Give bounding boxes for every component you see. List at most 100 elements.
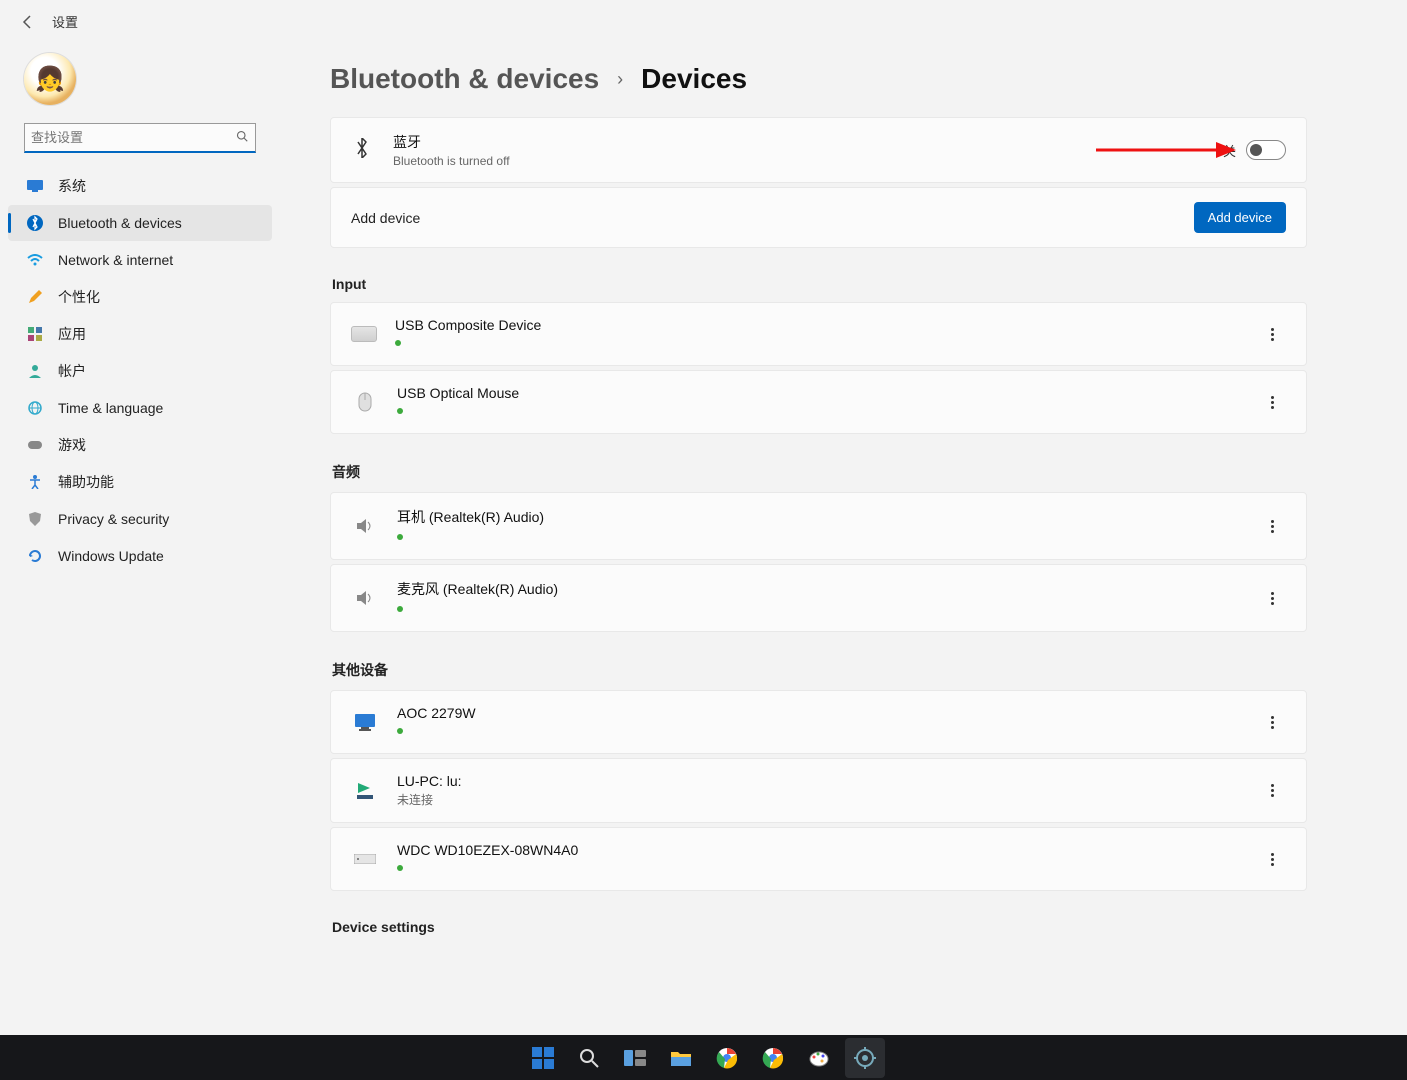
system-icon xyxy=(26,177,44,195)
device-name: WDC WD10EZEX-08WN4A0 xyxy=(397,842,578,858)
taskbar-search[interactable] xyxy=(569,1038,609,1078)
keyboard-icon xyxy=(351,326,377,342)
add-device-label: Add device xyxy=(351,210,420,226)
gamepad-icon xyxy=(26,436,44,454)
bluetooth-title: 蓝牙 xyxy=(393,132,510,152)
status-dot xyxy=(397,534,403,540)
taskbar xyxy=(0,1035,1407,1080)
taskbar-chrome-1[interactable] xyxy=(707,1038,747,1078)
nav-label: 系统 xyxy=(58,176,86,196)
nav-network[interactable]: Network & internet xyxy=(8,242,272,278)
nav-accounts[interactable]: 帐户 xyxy=(8,353,272,389)
taskbar-explorer[interactable] xyxy=(661,1038,701,1078)
nav-label: 应用 xyxy=(58,324,86,344)
status-dot xyxy=(397,408,403,414)
nav-label: 个性化 xyxy=(58,287,100,307)
nav-time-language[interactable]: Time & language xyxy=(8,390,272,426)
taskbar-paint[interactable] xyxy=(799,1038,839,1078)
nav-label: Windows Update xyxy=(58,548,164,564)
section-device-settings-title: Device settings xyxy=(332,919,1307,935)
brush-icon xyxy=(26,288,44,306)
nav-system[interactable]: 系统 xyxy=(8,168,272,204)
annotation-arrow xyxy=(1096,140,1236,160)
status-dot xyxy=(397,865,403,871)
nav-personalization[interactable]: 个性化 xyxy=(8,279,272,315)
add-device-button[interactable]: Add device xyxy=(1194,202,1286,233)
device-row[interactable]: USB Composite Device xyxy=(331,303,1306,365)
sidebar: 👧 系统 Bluetooth & devices Network & inter… xyxy=(0,43,280,1038)
device-status-text: 未连接 xyxy=(397,791,462,808)
device-name: USB Composite Device xyxy=(395,317,541,333)
nav-label: Network & internet xyxy=(58,252,173,268)
nav-gaming[interactable]: 游戏 xyxy=(8,427,272,463)
taskbar-taskview[interactable] xyxy=(615,1038,655,1078)
toggle-knob xyxy=(1250,144,1262,156)
more-button[interactable] xyxy=(1258,388,1286,416)
start-button[interactable] xyxy=(523,1038,563,1078)
device-name: 麦克风 (Realtek(R) Audio) xyxy=(397,579,558,599)
more-button[interactable] xyxy=(1258,845,1286,873)
bluetooth-icon xyxy=(26,214,44,232)
status-dot xyxy=(397,728,403,734)
microphone-icon xyxy=(351,587,379,609)
search-icon xyxy=(236,130,248,145)
more-button[interactable] xyxy=(1258,512,1286,540)
hdd-icon xyxy=(351,848,379,870)
globe-icon xyxy=(26,399,44,417)
wifi-icon xyxy=(26,251,44,269)
monitor-icon xyxy=(351,711,379,733)
bluetooth-glyph-icon xyxy=(351,138,373,163)
device-name: USB Optical Mouse xyxy=(397,385,519,401)
nav-label: 帐户 xyxy=(58,361,86,381)
nav-label: Bluetooth & devices xyxy=(58,215,182,231)
update-icon xyxy=(26,547,44,565)
status-dot xyxy=(397,606,403,612)
nav-label: 辅助功能 xyxy=(58,472,114,492)
device-row[interactable]: USB Optical Mouse xyxy=(331,371,1306,433)
person-icon xyxy=(26,362,44,380)
bluetooth-state-label: 关 xyxy=(1223,141,1236,160)
device-row[interactable]: LU-PC: lu: 未连接 xyxy=(331,759,1306,822)
search-input[interactable] xyxy=(24,123,256,153)
more-button[interactable] xyxy=(1258,584,1286,612)
shield-icon xyxy=(26,510,44,528)
nav-label: 游戏 xyxy=(58,435,86,455)
status-dot xyxy=(395,340,401,346)
main-content: Bluetooth & devices › Devices 蓝牙 Bluetoo… xyxy=(280,43,1407,1038)
nav-windows-update[interactable]: Windows Update xyxy=(8,538,272,574)
breadcrumb-current: Devices xyxy=(641,63,747,95)
mouse-icon xyxy=(351,391,379,413)
media-device-icon xyxy=(351,780,379,802)
avatar[interactable]: 👧 xyxy=(24,53,76,105)
nav-label: Privacy & security xyxy=(58,511,169,527)
section-audio-title: 音频 xyxy=(332,462,1307,482)
nav-bluetooth-devices[interactable]: Bluetooth & devices xyxy=(8,205,272,241)
nav-apps[interactable]: 应用 xyxy=(8,316,272,352)
device-name: LU-PC: lu: xyxy=(397,773,462,789)
add-device-row: Add device Add device xyxy=(331,188,1306,247)
device-name: 耳机 (Realtek(R) Audio) xyxy=(397,507,544,527)
bluetooth-row: 蓝牙 Bluetooth is turned off 关 xyxy=(331,118,1306,182)
device-row[interactable]: 耳机 (Realtek(R) Audio) xyxy=(331,493,1306,559)
section-other-title: 其他设备 xyxy=(332,660,1307,680)
back-icon[interactable] xyxy=(20,14,36,30)
more-button[interactable] xyxy=(1258,708,1286,736)
nav-privacy[interactable]: Privacy & security xyxy=(8,501,272,537)
taskbar-settings[interactable] xyxy=(845,1038,885,1078)
device-row[interactable]: WDC WD10EZEX-08WN4A0 xyxy=(331,828,1306,890)
apps-icon xyxy=(26,325,44,343)
nav-label: Time & language xyxy=(58,400,163,416)
section-input-title: Input xyxy=(332,276,1307,292)
more-button[interactable] xyxy=(1258,777,1286,805)
bluetooth-toggle[interactable] xyxy=(1246,140,1286,160)
app-title: 设置 xyxy=(52,12,78,31)
device-row[interactable]: AOC 2279W xyxy=(331,691,1306,753)
nav-accessibility[interactable]: 辅助功能 xyxy=(8,464,272,500)
device-row[interactable]: 麦克风 (Realtek(R) Audio) xyxy=(331,565,1306,631)
chevron-right-icon: › xyxy=(617,69,623,90)
accessibility-icon xyxy=(26,473,44,491)
breadcrumb: Bluetooth & devices › Devices xyxy=(330,63,1307,95)
breadcrumb-parent[interactable]: Bluetooth & devices xyxy=(330,63,599,95)
more-button[interactable] xyxy=(1258,320,1286,348)
taskbar-chrome-2[interactable] xyxy=(753,1038,793,1078)
